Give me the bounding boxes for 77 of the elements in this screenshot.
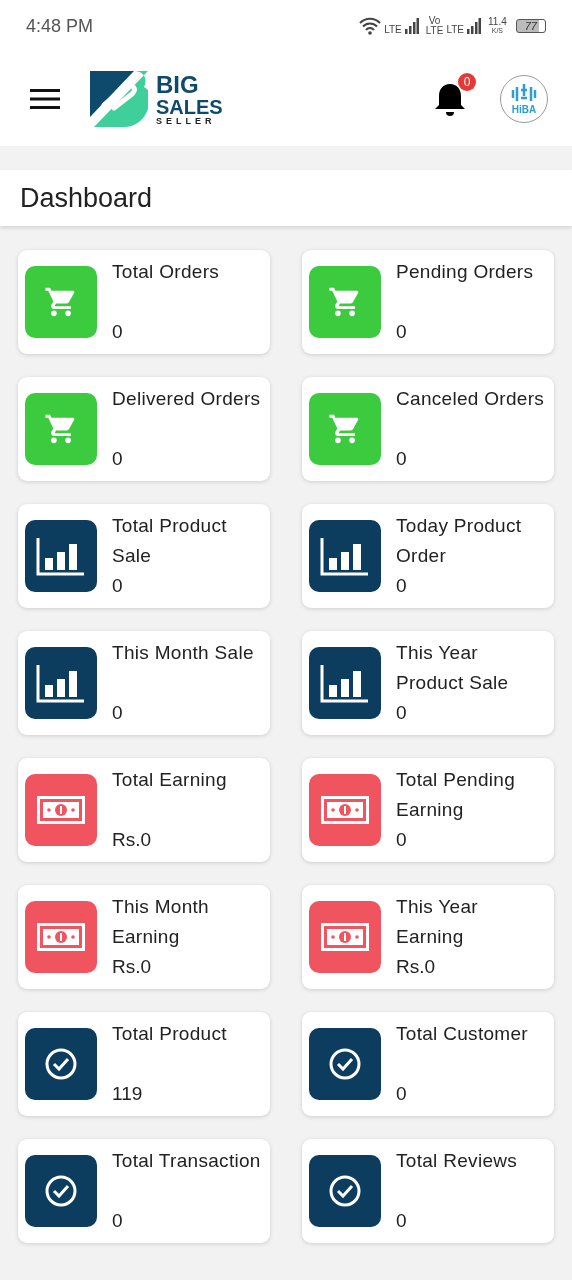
stat-card[interactable]: Total Pending Earning 0 — [302, 758, 554, 862]
card-value: Rs.0 — [396, 955, 437, 979]
card-value: 0 — [112, 701, 124, 725]
card-title: Total Reviews — [396, 1149, 518, 1173]
card-title: Delivered Orders — [112, 387, 261, 411]
avatar-logo-icon — [509, 83, 539, 104]
card-value: 0 — [112, 1209, 124, 1233]
card-title: Canceled Orders — [396, 387, 545, 411]
volte-label: Vo LTE — [425, 16, 444, 36]
logo-subtitle: SELLER — [156, 116, 217, 126]
card-value: 0 — [396, 447, 408, 471]
card-title: Total Orders — [112, 260, 220, 284]
card-title: This Month Sale — [112, 641, 254, 665]
bar-chart-icon — [25, 520, 97, 592]
card-value: 0 — [112, 447, 124, 471]
signal-icon — [467, 18, 481, 34]
card-value: 0 — [396, 574, 408, 598]
stat-card[interactable]: Today Product Order 0 — [302, 504, 554, 608]
signal-icon — [404, 18, 419, 34]
card-value: 0 — [396, 1209, 408, 1233]
wifi-icon — [359, 17, 382, 35]
card-title: Total Transaction — [112, 1149, 261, 1173]
card-value: Rs.0 — [112, 955, 153, 979]
card-title: This Year Earning — [396, 895, 479, 949]
banknote-icon — [309, 901, 381, 973]
bar-chart-icon — [309, 520, 381, 592]
logo-text: BIG — [156, 72, 200, 97]
card-value: 0 — [112, 320, 124, 344]
stat-card[interactable]: Total Customer 0 — [302, 1012, 554, 1116]
card-title: Total Product Sale — [112, 514, 228, 568]
card-title: This Month Earning — [112, 895, 210, 949]
card-title: Total Customer — [396, 1022, 528, 1046]
card-value: 0 — [112, 574, 124, 598]
battery-icon: 77 — [515, 19, 546, 33]
stat-card[interactable]: Delivered Orders 0 — [18, 377, 270, 481]
card-value: Rs.0 — [112, 828, 153, 852]
card-title: Total Pending Earning — [396, 768, 517, 822]
cart-icon — [25, 393, 97, 465]
status-time: 4:48 PM — [26, 15, 94, 37]
bar-chart-icon — [309, 647, 381, 719]
bell-icon[interactable] — [434, 81, 466, 117]
cart-icon — [309, 393, 381, 465]
card-title: Total Earning — [112, 768, 227, 792]
stat-card[interactable]: Total Orders 0 — [18, 250, 270, 354]
page-title: Dashboard — [20, 182, 153, 214]
logo-text: SALES — [156, 96, 223, 117]
cart-icon — [25, 266, 97, 338]
card-title: Pending Orders — [396, 260, 534, 284]
banknote-icon — [309, 774, 381, 846]
card-value: 0 — [396, 320, 408, 344]
logo-icon — [90, 71, 148, 127]
stat-card[interactable]: This Year Product Sale 0 — [302, 631, 554, 735]
stat-card[interactable]: Total Product 119 — [18, 1012, 270, 1116]
notification-badge: 0 — [458, 73, 476, 91]
menu-icon[interactable] — [30, 88, 60, 110]
card-value: 0 — [396, 701, 408, 725]
stat-card[interactable]: Pending Orders 0 — [302, 250, 554, 354]
card-value: 0 — [396, 1082, 408, 1106]
stat-card[interactable]: Total Earning Rs.0 — [18, 758, 270, 862]
card-title: Total Product — [112, 1022, 227, 1046]
stat-card[interactable]: Total Product Sale 0 — [18, 504, 270, 608]
stat-card[interactable]: Total Reviews 0 — [302, 1139, 554, 1243]
cart-icon — [309, 266, 381, 338]
card-value: 119 — [112, 1082, 144, 1106]
card-title: This Year Product Sale — [396, 641, 510, 695]
stat-card[interactable]: Canceled Orders 0 — [302, 377, 554, 481]
banknote-icon — [25, 774, 97, 846]
stat-card[interactable]: This Year Earning Rs.0 — [302, 885, 554, 989]
network-label: LTE — [446, 24, 464, 35]
card-title: Today Product Order — [396, 514, 523, 568]
stat-card[interactable]: Total Transaction 0 — [18, 1139, 270, 1243]
card-value: 0 — [396, 828, 408, 852]
bar-chart-icon — [25, 647, 97, 719]
banknote-icon — [25, 901, 97, 973]
stat-card[interactable]: This Month Sale 0 — [18, 631, 270, 735]
stat-card[interactable]: This Month Earning Rs.0 — [18, 885, 270, 989]
network-label: LTE — [384, 24, 402, 35]
